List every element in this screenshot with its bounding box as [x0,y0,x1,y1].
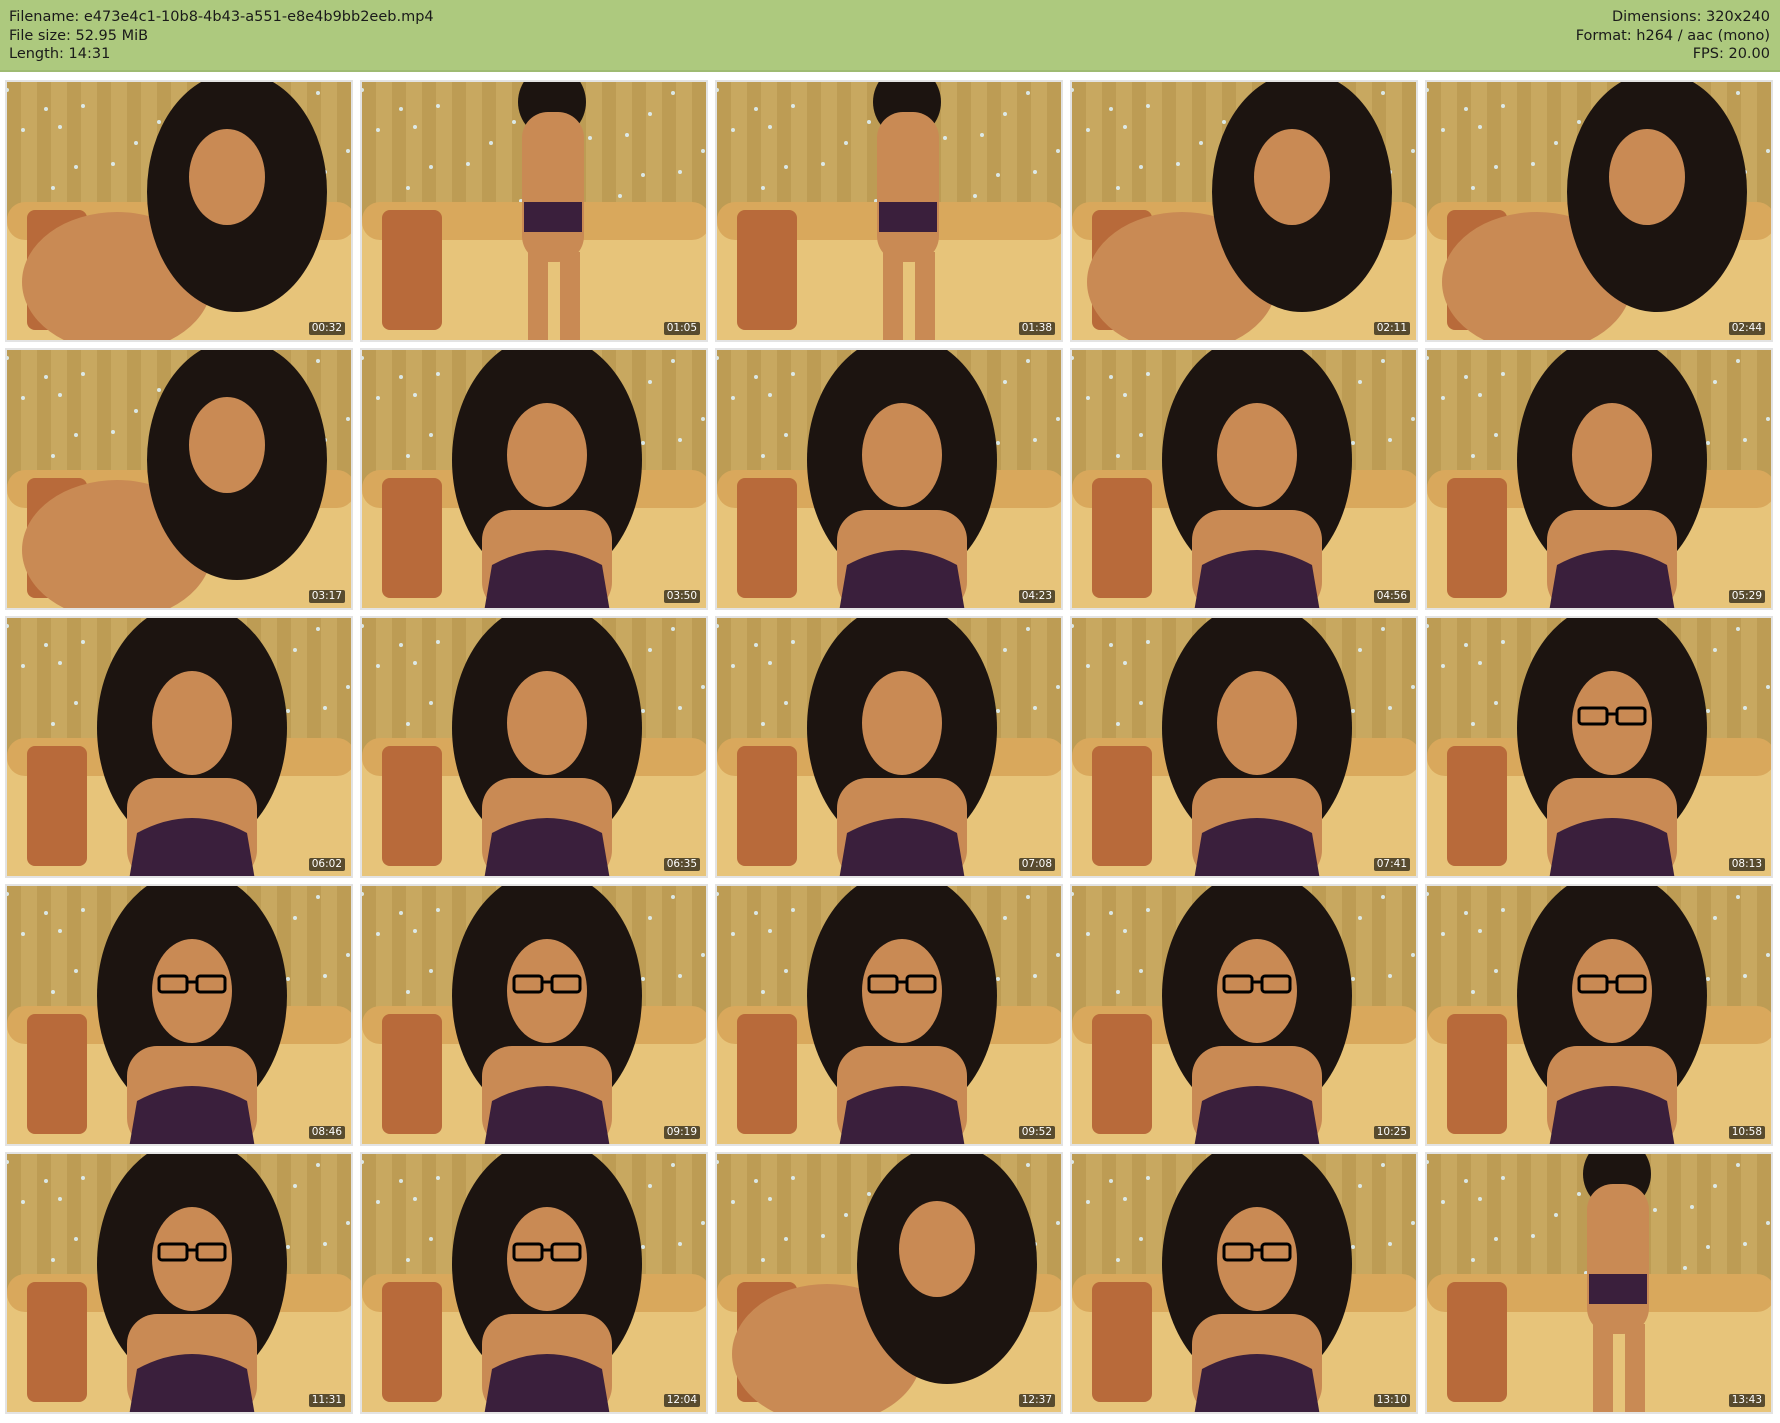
video-thumbnail[interactable]: 12:37 [715,1152,1063,1414]
video-frame-image [1072,886,1416,1144]
video-frame-image [7,82,351,340]
video-thumbnail[interactable]: 04:23 [715,348,1063,610]
format-label: Format: h264 / aac (mono) [1575,27,1770,44]
timestamp-label: 02:44 [1728,322,1765,335]
video-frame-image [362,1154,706,1412]
timestamp-label: 10:58 [1728,1126,1765,1139]
timestamp-label: 08:46 [308,1126,345,1139]
video-frame-image [1072,618,1416,876]
video-frame-image [717,82,1061,340]
timestamp-label: 02:11 [1373,322,1410,335]
timestamp-label: 07:41 [1373,858,1410,871]
video-thumbnail[interactable]: 06:35 [360,616,708,878]
video-thumbnail[interactable]: 07:41 [1070,616,1418,878]
video-thumbnail[interactable]: 04:56 [1070,348,1418,610]
video-frame-image [717,350,1061,608]
file-size-label: File size: 52.95 MiB [9,27,149,44]
timestamp-label: 01:38 [1018,322,1055,335]
timestamp-label: 07:08 [1018,858,1055,871]
timestamp-label: 12:37 [1018,1394,1055,1407]
video-thumbnail[interactable]: 10:25 [1070,884,1418,1146]
length-label: Length: 14:31 [9,46,111,62]
timestamp-label: 03:50 [663,590,700,603]
timestamp-label: 06:02 [308,858,345,871]
video-frame-image [362,350,706,608]
video-frame-image [7,1154,351,1412]
thumbnail-grid: 00:32 01:05 01:38 02:11 02:44 03:17 03:5… [0,80,1780,1423]
video-thumbnail[interactable]: 06:02 [5,616,353,878]
video-thumbnail[interactable]: 01:05 [360,80,708,342]
video-thumbnail[interactable]: 13:43 [1425,1152,1773,1414]
filename-label: Filename: e473e4c1-10b8-4b43-a551-e8e4b9… [9,9,434,25]
file-info: Filename: e473e4c1-10b8-4b43-a551-e8e4b9… [9,8,434,64]
timestamp-label: 00:32 [308,322,345,335]
timestamp-label: 11:31 [308,1394,345,1407]
timestamp-label: 06:35 [663,858,700,871]
video-frame-image [717,886,1061,1144]
info-header: Filename: e473e4c1-10b8-4b43-a551-e8e4b9… [0,0,1780,72]
timestamp-label: 09:19 [663,1126,700,1139]
timestamp-label: 13:10 [1373,1394,1410,1407]
timestamp-label: 01:05 [663,322,700,335]
video-frame-image [362,618,706,876]
video-frame-image [362,886,706,1144]
video-thumbnail[interactable]: 02:11 [1070,80,1418,342]
video-thumbnail[interactable]: 08:13 [1425,616,1773,878]
dimensions-label: Dimensions: 320x240 [1611,9,1770,25]
video-thumbnail[interactable]: 12:04 [360,1152,708,1414]
timestamp-label: 08:13 [1728,858,1765,871]
video-frame-image [717,1154,1061,1412]
video-thumbnail[interactable]: 11:31 [5,1152,353,1414]
video-frame-image [1072,350,1416,608]
video-thumbnail[interactable]: 07:08 [715,616,1063,878]
video-frame-image [1072,1154,1416,1412]
timestamp-label: 03:17 [308,590,345,603]
video-frame-image [1072,82,1416,340]
video-thumbnail[interactable]: 00:32 [5,80,353,342]
timestamp-label: 04:23 [1018,590,1055,603]
fps-label: FPS: 20.00 [1692,46,1770,62]
video-frame-image [362,82,706,340]
video-frame-image [1427,618,1771,876]
timestamp-label: 13:43 [1728,1394,1765,1407]
video-thumbnail[interactable]: 09:52 [715,884,1063,1146]
video-frame-image [717,618,1061,876]
timestamp-label: 04:56 [1373,590,1410,603]
video-thumbnail[interactable]: 03:17 [5,348,353,610]
video-frame-image [7,350,351,608]
video-thumbnail[interactable]: 08:46 [5,884,353,1146]
video-frame-image [1427,886,1771,1144]
video-frame-image [1427,1154,1771,1412]
video-thumbnail[interactable]: 02:44 [1425,80,1773,342]
video-thumbnail[interactable]: 09:19 [360,884,708,1146]
video-thumbnail[interactable]: 10:58 [1425,884,1773,1146]
video-thumbnail[interactable]: 05:29 [1425,348,1773,610]
video-frame-image [7,618,351,876]
video-frame-image [1427,350,1771,608]
timestamp-label: 05:29 [1728,590,1765,603]
video-thumbnail[interactable]: 01:38 [715,80,1063,342]
video-thumbnail[interactable]: 13:10 [1070,1152,1418,1414]
timestamp-label: 10:25 [1373,1126,1410,1139]
timestamp-label: 12:04 [663,1394,700,1407]
video-frame-image [1427,82,1771,340]
video-thumbnail[interactable]: 03:50 [360,348,708,610]
video-info: Dimensions: 320x240 Format: h264 / aac (… [1576,8,1770,64]
video-frame-image [7,886,351,1144]
timestamp-label: 09:52 [1018,1126,1055,1139]
